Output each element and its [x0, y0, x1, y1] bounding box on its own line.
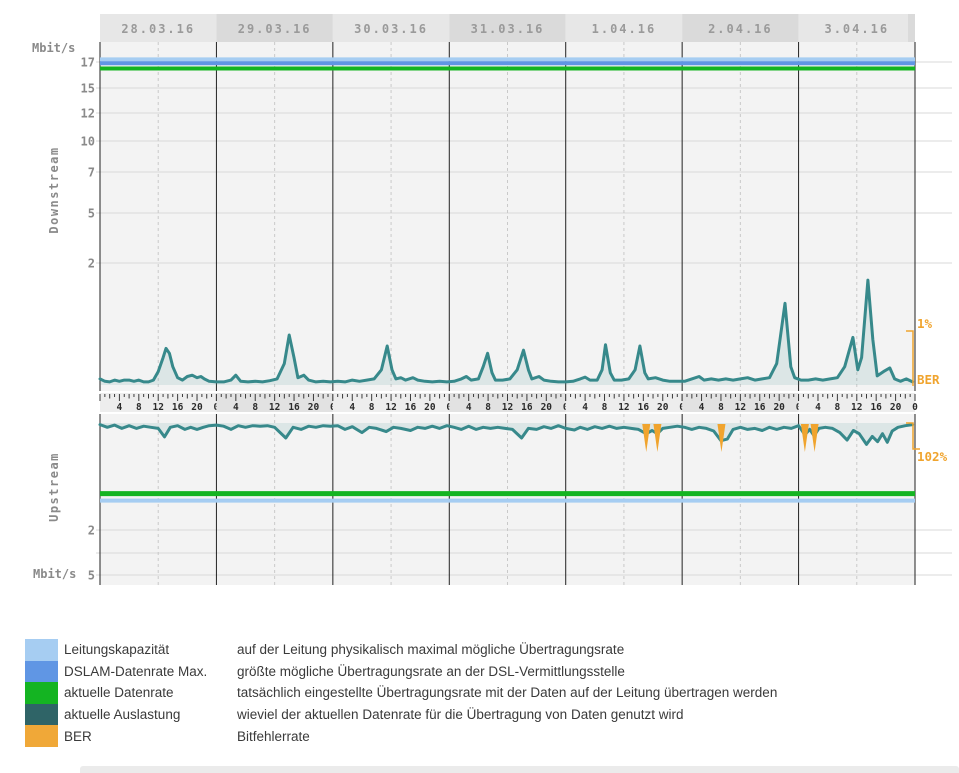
legend-row: DSLAM-Datenrate Max. größte mögliche Übe…	[25, 661, 777, 683]
svg-text:20: 20	[773, 402, 785, 413]
svg-text:16: 16	[638, 402, 650, 413]
svg-text:102%: 102%	[917, 449, 948, 464]
svg-text:3.04.16: 3.04.16	[824, 22, 889, 36]
legend-label: aktuelle Datenrate	[64, 685, 237, 700]
dslam-datenrate-swatch	[25, 661, 58, 683]
svg-text:12: 12	[502, 402, 513, 413]
svg-text:8: 8	[485, 402, 491, 413]
aktuelle-datenrate-swatch	[25, 682, 58, 704]
dsl-monitor-page: 28.03.16 29.03.16 30.03.16 31.03.16 1.04.16 2…	[0, 0, 959, 773]
legend-row: aktuelle Datenrate tatsächlich eingestel…	[25, 682, 777, 704]
svg-text:16: 16	[754, 402, 766, 413]
svg-text:12: 12	[152, 402, 163, 413]
legend-row: BER Bitfehlerrate	[25, 725, 777, 747]
svg-text:4: 4	[349, 402, 355, 413]
svg-text:20: 20	[191, 402, 203, 413]
svg-text:4: 4	[582, 402, 588, 413]
dsl-week-chart: 28.03.16 29.03.16 30.03.16 31.03.16 1.04.16 2…	[0, 0, 959, 612]
svg-text:12: 12	[618, 402, 629, 413]
svg-text:4: 4	[233, 402, 239, 413]
aktuelle-auslastung-swatch	[25, 704, 58, 726]
svg-text:12: 12	[81, 107, 95, 121]
svg-text:5: 5	[88, 569, 95, 583]
svg-text:8: 8	[136, 402, 142, 413]
svg-text:5: 5	[88, 207, 95, 221]
legend-desc: größte mögliche Übertragungsrate an der …	[237, 664, 625, 679]
svg-text:Downstream: Downstream	[47, 146, 61, 233]
svg-text:16: 16	[870, 402, 882, 413]
svg-text:16: 16	[521, 402, 533, 413]
svg-text:20: 20	[657, 402, 669, 413]
legend-label: BER	[64, 729, 237, 744]
svg-text:30.03.16: 30.03.16	[354, 22, 428, 36]
legend-desc: Bitfehlerrate	[237, 729, 310, 744]
svg-text:2: 2	[88, 524, 95, 538]
legend-desc: tatsächlich eingestellte Übertragungsrat…	[237, 685, 777, 700]
legend-row: aktuelle Auslastung wieviel der aktuelle…	[25, 704, 777, 726]
svg-text:8: 8	[252, 402, 258, 413]
svg-text:31.03.16: 31.03.16	[471, 22, 545, 36]
svg-text:Mbit/s: Mbit/s	[33, 567, 76, 581]
svg-text:10: 10	[81, 135, 95, 149]
svg-text:15: 15	[81, 82, 95, 96]
svg-text:16: 16	[288, 402, 300, 413]
svg-text:20: 20	[308, 402, 320, 413]
legend: Leitungskapazität auf der Leitung physik…	[25, 639, 777, 747]
legend-row: Leitungskapazität auf der Leitung physik…	[25, 639, 777, 661]
svg-text:4: 4	[117, 402, 123, 413]
svg-text:1%: 1%	[917, 316, 933, 331]
svg-text:8: 8	[602, 402, 608, 413]
legend-desc: wieviel der aktuellen Datenrate für die …	[237, 707, 684, 722]
svg-text:20: 20	[424, 402, 436, 413]
leitungskapazitaet-swatch	[25, 639, 58, 661]
svg-text:4: 4	[466, 402, 472, 413]
svg-text:Mbit/s: Mbit/s	[32, 41, 75, 55]
date-header: 28.03.16 29.03.16 30.03.16 31.03.16 1.04.16 2…	[100, 14, 915, 42]
legend-desc: auf der Leitung physikalisch maximal mög…	[237, 642, 624, 657]
bottom-divider	[80, 766, 959, 773]
legend-label: DSLAM-Datenrate Max.	[64, 664, 237, 679]
svg-text:8: 8	[718, 402, 724, 413]
legend-label: aktuelle Auslastung	[64, 707, 237, 722]
time-ruler: 4812162004812162004812162004812162004812…	[100, 393, 918, 413]
svg-text:4: 4	[699, 402, 705, 413]
svg-text:2: 2	[88, 257, 95, 271]
svg-text:16: 16	[172, 402, 184, 413]
svg-text:12: 12	[385, 402, 396, 413]
svg-text:20: 20	[890, 402, 902, 413]
svg-text:12: 12	[851, 402, 862, 413]
svg-text:28.03.16: 28.03.16	[121, 22, 195, 36]
svg-text:29.03.16: 29.03.16	[238, 22, 312, 36]
svg-text:1.04.16: 1.04.16	[592, 22, 657, 36]
svg-text:8: 8	[835, 402, 841, 413]
svg-text:20: 20	[541, 402, 553, 413]
svg-text:7: 7	[88, 166, 95, 180]
svg-text:8: 8	[369, 402, 375, 413]
svg-text:Upstream: Upstream	[47, 452, 61, 522]
svg-text:16: 16	[405, 402, 417, 413]
legend-label: Leitungskapazität	[64, 642, 237, 657]
ber-swatch	[25, 725, 58, 747]
svg-text:12: 12	[735, 402, 746, 413]
svg-text:12: 12	[269, 402, 280, 413]
svg-text:17: 17	[81, 56, 95, 70]
svg-text:4: 4	[815, 402, 821, 413]
svg-text:BER: BER	[917, 372, 940, 387]
svg-text:0: 0	[912, 402, 918, 413]
svg-text:2.04.16: 2.04.16	[708, 22, 773, 36]
axis-labels: Mbit/s Mbit/s 17 15 12 10 7 5 2 2 5 Downstream Upstr…	[32, 41, 95, 583]
